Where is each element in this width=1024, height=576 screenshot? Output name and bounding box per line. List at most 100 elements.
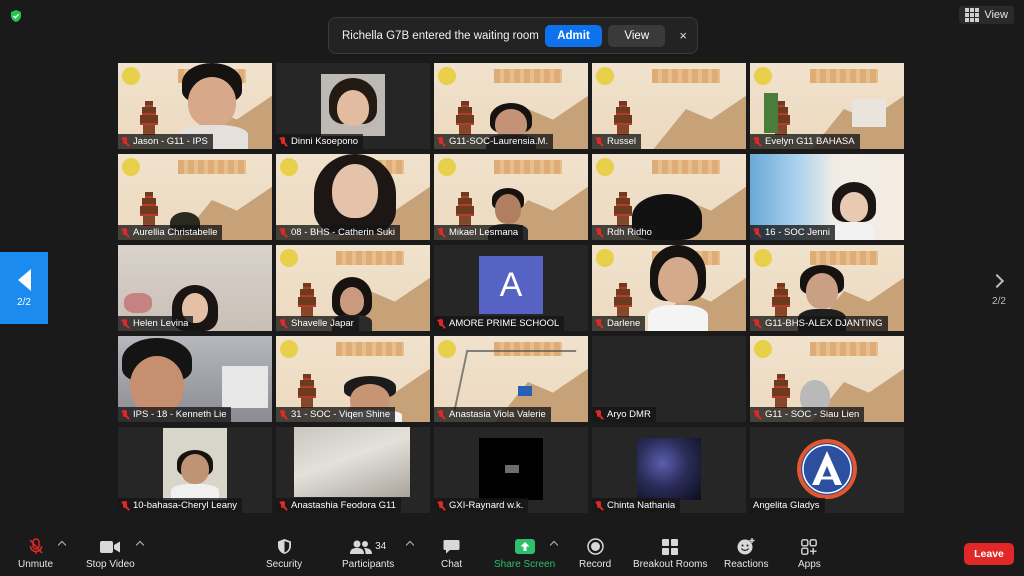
page-indicator-right: 2/2 [992,296,1006,307]
participant-name: 10-bahasa-Cheryl Leany [133,500,238,511]
participant-tile[interactable]: 10-bahasa-Cheryl Leany [118,427,272,513]
participant-tile[interactable]: 31 - SOC - Viqen Shine [276,336,430,422]
muted-mic-icon [279,318,287,329]
chat-button[interactable]: Chat [441,538,462,570]
participant-name: Jason - G11 - IPS [133,136,208,147]
participant-tile[interactable]: IPS - 18 - Kenneth Lie [118,336,272,422]
apps-button[interactable]: Apps [798,538,821,570]
share-screen-icon [514,538,535,555]
participant-name: GXI-Raynard w.k. [449,500,524,511]
pagoda-icon [614,283,632,319]
participant-name-tag: Rdh Ridho [592,225,657,240]
participant-tile[interactable]: G11-SOC-Laurensia.M. [434,63,588,149]
participant-name-tag: IPS - 18 - Kenneth Lie [118,407,232,422]
security-button[interactable]: Security [266,538,302,570]
participant-tile[interactable]: Anastashia Feodora G11 [276,427,430,513]
participant-tile[interactable]: Aurellia Christabelle [118,154,272,240]
participant-video [479,438,543,500]
participant-avatar: A [479,256,543,314]
participant-name: 08 - BHS - Catherin Suki [291,227,396,238]
participant-tile[interactable]: Angelita Gladys [750,427,904,513]
participant-tile[interactable]: Aryo DMR [592,336,746,422]
participant-tile[interactable]: Anastasia Viola Valerie [434,336,588,422]
pagoda-icon [140,192,158,228]
admit-button[interactable]: Admit [544,24,603,47]
muted-mic-icon [121,500,129,511]
record-icon [586,538,604,555]
school-logo-icon [754,67,772,85]
participant-name: Angelita Gladys [753,500,820,511]
participant-name: G11 - SOC - Siau Lien [765,409,860,420]
previous-page-button[interactable]: 2/2 [0,252,48,324]
participant-tile[interactable]: Helen Levina [118,245,272,331]
participant-tile[interactable]: Jason - G11 - IPS [118,63,272,149]
participant-name: Russel [607,136,637,147]
participant-tile[interactable]: 16 - SOC Jenni [750,154,904,240]
page-indicator-left: 2/2 [17,296,31,308]
participant-tile[interactable]: Rdh Ridho [592,154,746,240]
participant-tile[interactable]: G11 - SOC - Siau Lien [750,336,904,422]
close-notification-icon[interactable]: × [679,28,687,43]
view-waiting-room-button[interactable]: View [608,24,666,47]
participants-options-caret-icon[interactable] [405,540,415,550]
chat-label: Chat [441,559,463,570]
participant-tile[interactable]: Shavelle Japar [276,245,430,331]
breakout-rooms-button[interactable]: Breakout Rooms [633,538,707,570]
participant-name: Shavelle Japar [291,318,354,329]
school-logo-icon [122,67,140,85]
participant-name-tag: Chinta Nathania [592,498,681,513]
stop-video-button[interactable]: Stop Video [86,538,135,570]
participants-count: 34 [375,541,387,552]
security-label: Security [266,559,303,570]
reactions-button[interactable]: Reactions [724,538,768,570]
chevron-right-icon [989,273,1005,289]
participant-tile[interactable]: Darlene [592,245,746,331]
shield-icon [277,538,292,555]
participant-name: Aurellia Christabelle [133,227,218,238]
smiley-plus-icon [737,538,755,555]
participant-video [321,74,385,136]
participant-name-tag: 10-bahasa-Cheryl Leany [118,498,243,513]
share-screen-button[interactable]: Share Screen [494,538,555,570]
school-logo-icon [438,340,456,358]
participant-tile[interactable]: GXI-Raynard w.k. [434,427,588,513]
participant-tile[interactable]: G11-BHS-ALEX DJANTING [750,245,904,331]
banner-decoration [336,342,404,356]
apps-icon [801,538,818,555]
video-options-caret-icon[interactable] [135,540,145,550]
participant-name-tag: 16 - SOC Jenni [750,225,835,240]
leave-button[interactable]: Leave [964,543,1014,565]
participant-tile[interactable]: Chinta Nathania [592,427,746,513]
school-logo-icon [438,67,456,85]
next-page-button[interactable]: 2/2 [988,273,1010,307]
participant-name: G11-SOC-Laurensia.M. [449,136,549,147]
unmute-button[interactable]: Unmute [18,538,53,570]
view-layout-button[interactable]: View [959,6,1014,24]
participant-name: Chinta Nathania [607,500,676,511]
participant-name-tag: Dinni Ksoepono [276,134,364,149]
participant-video [648,245,708,331]
banner-decoration [336,251,404,265]
muted-mic-icon [121,136,129,147]
apps-label: Apps [798,559,821,570]
zoom-meeting-window: View Richella G7B entered the waiting ro… [0,0,1024,576]
banner-decoration [810,251,878,265]
stop-video-label: Stop Video [86,559,135,570]
participant-name: Helen Levina [133,318,189,329]
record-button[interactable]: Record [579,538,611,570]
participant-tile[interactable]: Mikael Lesmana [434,154,588,240]
participants-button[interactable]: 34 Participants [342,538,394,570]
participant-name-tag: Darlene [592,316,646,331]
participant-tile[interactable]: Dinni Ksoepono [276,63,430,149]
audio-options-caret-icon[interactable] [57,540,67,550]
participants-icon: 34 [350,538,386,555]
participant-name: G11-BHS-ALEX DJANTING [765,318,883,329]
participant-tile[interactable]: 08 - BHS - Catherin Suki [276,154,430,240]
participant-tile[interactable]: Russel [592,63,746,149]
participant-tile[interactable]: Evelyn G11 BAHASA [750,63,904,149]
encryption-shield-icon[interactable] [9,9,23,23]
participant-name-tag: Angelita Gladys [750,498,825,513]
participant-tile[interactable]: A AMORE PRIME SCHOOL [434,245,588,331]
muted-mic-icon [279,136,287,147]
participant-name: Evelyn G11 BAHASA [765,136,855,147]
